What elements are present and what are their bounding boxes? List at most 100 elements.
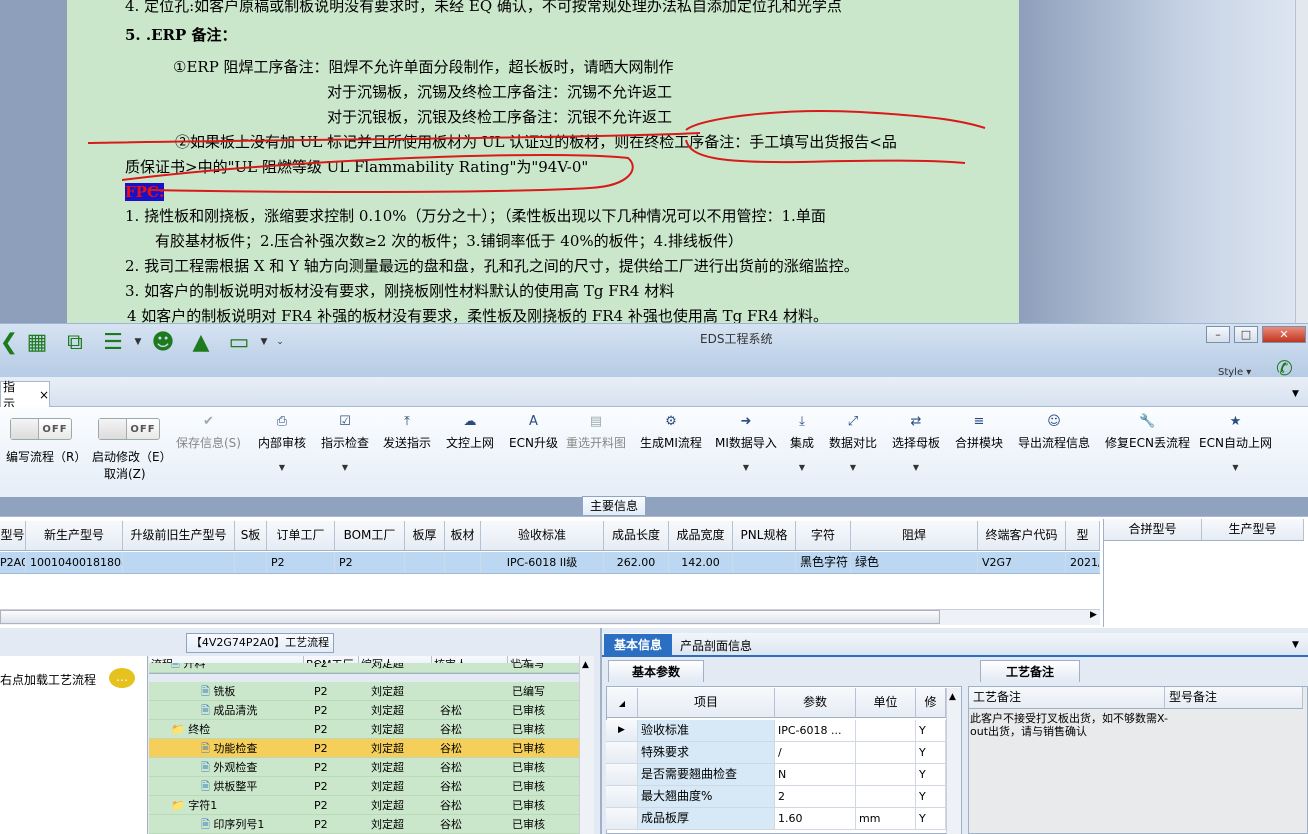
document-scrollbar[interactable] xyxy=(1295,0,1308,323)
flow-row[interactable]: 🗎 功能检查 P2 刘定超 谷松 已审核 xyxy=(149,739,579,758)
customize-icon[interactable]: ⌄ xyxy=(270,328,290,356)
merge-module-button[interactable]: ≡ 合拼模块 xyxy=(955,412,1003,451)
param-row[interactable]: 是否需要翘曲检查 N Y xyxy=(606,764,946,786)
tab-dropdown-icon[interactable]: ▼ xyxy=(1292,640,1299,650)
col-header[interactable]: 终端客户代码 xyxy=(978,521,1066,550)
send-instruction-button[interactable]: ⤒ 发送指示 xyxy=(383,412,431,451)
flow-row[interactable]: 🗎 外观检查 P2 刘定超 谷松 已审核 xyxy=(149,758,579,777)
param-row[interactable]: 特殊要求 / Y xyxy=(606,742,946,764)
chevron-down-icon[interactable]: ▼ xyxy=(132,328,144,356)
minimize-button[interactable]: – xyxy=(1206,326,1230,343)
export-flow-info-button[interactable]: ☺ 导出流程信息 xyxy=(1018,412,1090,451)
ecn-auto-upload-button[interactable]: ★ ECN自动上网 ▼ xyxy=(1199,412,1272,472)
tab-instruction[interactable]: 指示 × xyxy=(0,380,50,411)
col-header[interactable]: 成品宽度 xyxy=(669,521,733,550)
flow-row[interactable]: 🗎 开料 P2 刘定超 已编写 xyxy=(149,663,579,673)
param-value[interactable]: / xyxy=(775,742,856,763)
tab-section-info[interactable]: 产品剖面信息 xyxy=(680,637,752,654)
list-icon[interactable]: ☰ xyxy=(94,328,132,356)
close-button[interactable]: ✕ xyxy=(1262,326,1306,343)
col-header[interactable]: 型 xyxy=(1066,521,1100,550)
user-icon[interactable]: ☻ xyxy=(144,328,182,356)
col-header[interactable]: 工艺备注 xyxy=(969,687,1165,708)
scroll-up-icon[interactable]: ▲ xyxy=(582,660,589,670)
col-header[interactable]: 板厚 xyxy=(405,521,445,550)
tab-basic-params[interactable]: 基本参数 xyxy=(608,660,704,682)
scroll-up-icon[interactable]: ▲ xyxy=(949,692,956,702)
col-header[interactable]: 合拼型号 xyxy=(1104,519,1202,540)
load-flow-label[interactable]: 右点加载工艺流程 xyxy=(0,671,96,688)
col-header[interactable]: S板 xyxy=(235,521,267,550)
ecn-upgrade-button[interactable]: A ECN升级 xyxy=(509,412,558,451)
param-value[interactable]: 1.60 xyxy=(775,808,856,829)
col-header[interactable]: BOM工厂 xyxy=(335,521,405,550)
col-header[interactable]: 参数 xyxy=(775,688,856,718)
col-header[interactable]: 新生产型号 xyxy=(26,521,123,550)
chevron-down-icon[interactable]: ▼ xyxy=(258,328,270,356)
flow-step-name: 烘板整平 xyxy=(213,780,258,793)
scroll-right-icon[interactable]: ▶ xyxy=(1090,610,1097,620)
reselect-cutting-button[interactable]: ▤ 重选开料图 xyxy=(566,412,626,451)
craft-note-text[interactable]: 此客户不接受打叉板出货，如不够数需X-out出货，请与销售确认 xyxy=(970,712,1170,738)
area-chart-icon[interactable]: ▲ xyxy=(182,328,220,356)
tab-craft-notes[interactable]: 工艺备注 xyxy=(980,660,1080,682)
flow-status: 已审核 xyxy=(512,761,545,774)
params-scrollbar[interactable] xyxy=(946,688,961,834)
col-header[interactable]: 字符 xyxy=(796,521,851,550)
select-mother-board-button[interactable]: ⇄ 选择母板 ▼ xyxy=(892,412,940,472)
cancel-button[interactable]: 取消(Z) xyxy=(104,465,146,482)
mi-data-import-button[interactable]: ➜ MI数据导入 ▼ xyxy=(715,412,777,472)
col-header[interactable]: 验收标准 xyxy=(481,521,604,550)
doc-control-upload-button[interactable]: ☁ 文控上网 xyxy=(446,412,494,451)
param-modifiable: Y xyxy=(916,764,946,785)
col-header[interactable]: PNL规格 xyxy=(733,521,796,550)
param-value[interactable]: 2 xyxy=(775,786,856,807)
col-header[interactable]: 升级前旧生产型号 xyxy=(123,521,235,550)
film-icon[interactable]: ▦ xyxy=(18,328,56,356)
start-modify-toggle[interactable]: OFF xyxy=(98,418,160,440)
write-flow-toggle[interactable]: OFF xyxy=(10,418,72,440)
col-header[interactable]: 型号 xyxy=(0,521,26,550)
param-row[interactable]: 成品板厚 1.60 mm Y xyxy=(606,808,946,830)
flow-row[interactable]: 🗎 成品清洗 P2 刘定超 谷松 已审核 xyxy=(149,701,579,720)
col-header[interactable]: 生产型号 xyxy=(1202,519,1304,540)
back-icon[interactable]: ❮ xyxy=(0,328,18,356)
flow-row[interactable]: 📁 终检 P2 刘定超 谷松 已审核 xyxy=(149,720,579,739)
flow-row[interactable]: 🗎 印序列号1 P2 刘定超 谷松 已审核 xyxy=(149,815,579,834)
tab-basic-info[interactable]: 基本信息 xyxy=(604,634,672,657)
internal-review-button[interactable]: ⎙ 内部审核 ▼ xyxy=(258,412,306,472)
param-value[interactable]: N xyxy=(775,764,856,785)
maximize-button[interactable]: □ xyxy=(1234,326,1258,343)
col-header[interactable]: 修 xyxy=(916,688,946,718)
flow-row[interactable]: 📁 字符1 P2 刘定超 谷松 已审核 xyxy=(149,796,579,815)
integrate-button[interactable]: ⤓ 集成 ▼ xyxy=(790,412,814,472)
monitor-icon[interactable]: ▭ xyxy=(220,328,258,356)
col-header[interactable]: 板材 xyxy=(445,521,481,550)
param-row[interactable]: ▶ 验收标准 IPC-6018 ... Y xyxy=(606,720,946,742)
tab-dropdown-icon[interactable]: ▼ xyxy=(1292,389,1299,399)
col-header[interactable]: 单位 xyxy=(856,688,916,718)
param-modifiable: Y xyxy=(916,720,946,741)
col-header[interactable]: 项目 xyxy=(638,688,775,718)
param-value[interactable]: IPC-6018 ... xyxy=(775,720,856,741)
tree-scrollbar[interactable] xyxy=(579,656,594,834)
table-row[interactable]: P2A0 10010400181808 P2 P2 IPC-6018 II级 2… xyxy=(0,552,1100,574)
col-header[interactable]: 成品长度 xyxy=(604,521,669,550)
copy-icon[interactable]: ⧉ xyxy=(56,328,94,356)
flow-row[interactable]: 🗎 铣板 P2 刘定超 已编写 xyxy=(149,682,579,701)
scrollbar-thumb[interactable] xyxy=(0,610,940,624)
col-header[interactable]: 阻焊 xyxy=(851,521,978,550)
tab-close-icon[interactable]: × xyxy=(39,388,49,402)
col-header[interactable]: 订单工厂 xyxy=(267,521,335,550)
flow-step-name: 开料 xyxy=(183,663,206,670)
instruction-check-button[interactable]: ☑ 指示检查 ▼ xyxy=(321,412,369,472)
generate-mi-flow-button[interactable]: ⚙ 生成MI流程 xyxy=(640,412,702,451)
flow-row[interactable]: 🗎 烘板整平 P2 刘定超 谷松 已审核 xyxy=(149,777,579,796)
merge-grid-header: 合拼型号 生产型号 xyxy=(1104,519,1304,541)
param-row[interactable]: 最大翘曲度% 2 Y xyxy=(606,786,946,808)
data-compare-button[interactable]: ⤢ 数据对比 ▼ xyxy=(829,412,877,472)
save-info-button[interactable]: ✔ 保存信息(S) xyxy=(176,412,241,451)
chat-icon[interactable]: … xyxy=(109,668,135,688)
col-header[interactable]: 型号备注 xyxy=(1165,687,1303,708)
repair-ecn-flow-button[interactable]: 🔧 修复ECN丢流程 xyxy=(1105,412,1190,451)
